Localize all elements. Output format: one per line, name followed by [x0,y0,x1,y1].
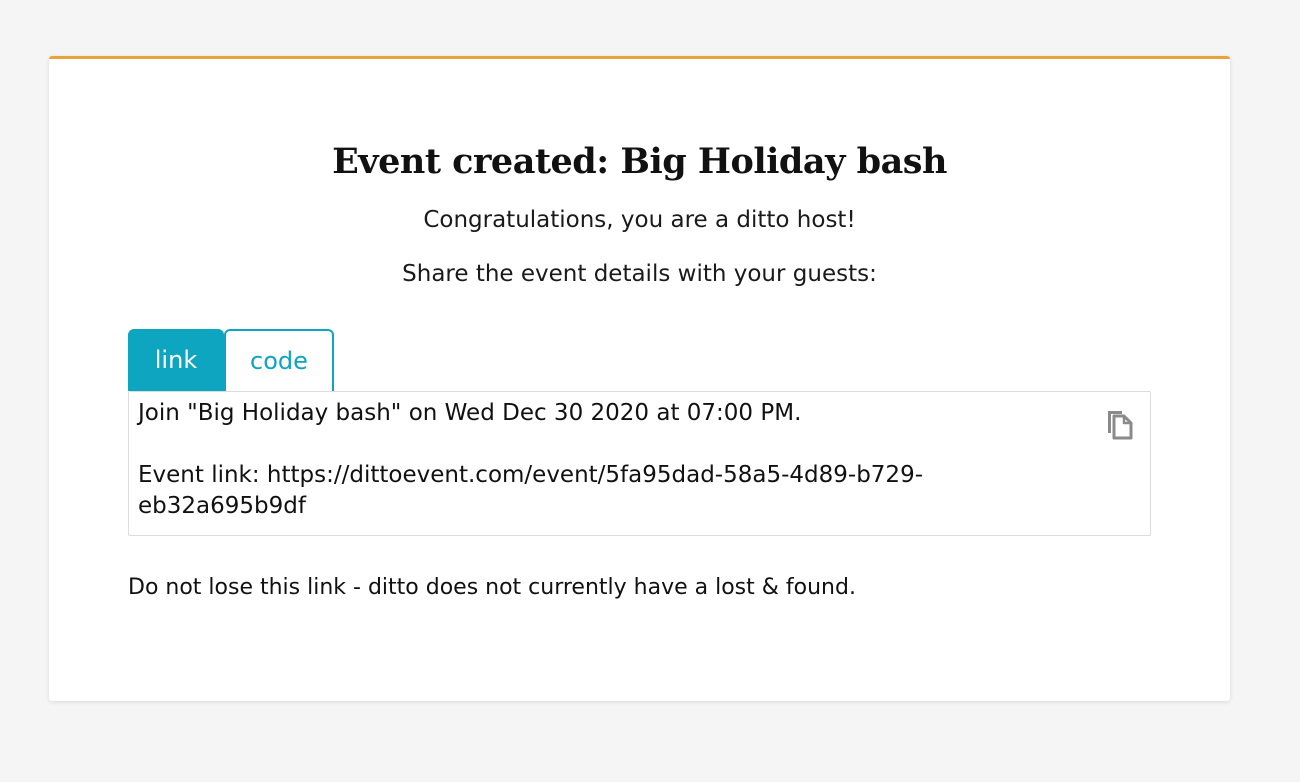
share-text-box[interactable]: Join "Big Holiday bash" on Wed Dec 30 20… [128,391,1151,536]
congrats-message: Congratulations, you are a ditto host! [423,207,856,233]
event-created-card: Event created: Big Holiday bash Congratu… [49,56,1230,701]
tab-link[interactable]: link [128,329,224,391]
share-event-link: Event link: https://dittoevent.com/event… [138,462,923,519]
lost-link-warning: Do not lose this link - ditto does not c… [128,575,856,600]
share-gap [138,429,1080,460]
copy-button[interactable] [1102,406,1136,442]
page-title: Event created: Big Holiday bash [332,141,947,182]
share-prompt: Share the event details with your guests… [402,261,877,287]
share-invite-line: Join "Big Holiday bash" on Wed Dec 30 20… [138,400,802,426]
share-tabs: link code [128,329,334,391]
tab-code[interactable]: code [224,329,334,391]
copy-icon [1108,411,1133,440]
